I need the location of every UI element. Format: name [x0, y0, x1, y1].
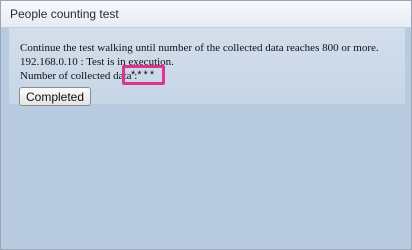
people-counting-dialog: People counting test Continue the test w… — [0, 0, 412, 250]
dialog-titlebar: People counting test — [1, 1, 411, 28]
collected-data-label: Number of collected data : — [20, 70, 138, 82]
collected-data-value: **** — [131, 69, 157, 81]
instruction-text: Continue the test walking until number o… — [20, 42, 379, 54]
dialog-title: People counting test — [10, 7, 119, 21]
completed-button[interactable]: Completed — [19, 87, 91, 106]
dialog-content: Continue the test walking until number o… — [1, 28, 411, 249]
